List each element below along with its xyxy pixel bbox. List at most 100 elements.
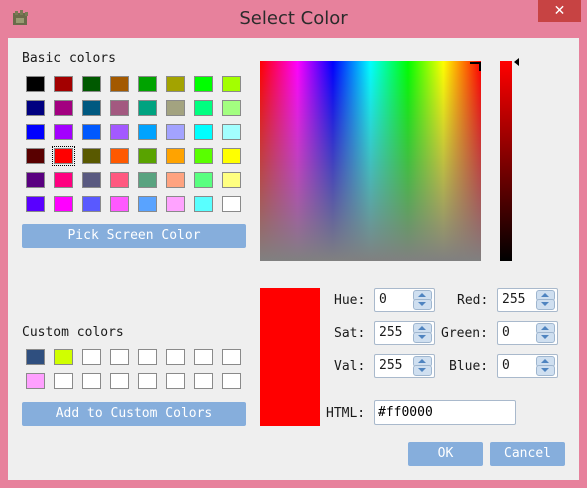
color-swatch[interactable] bbox=[194, 172, 213, 188]
html-field[interactable]: #ff0000 bbox=[374, 400, 516, 425]
color-swatch[interactable] bbox=[194, 349, 213, 365]
add-to-custom-colors-button[interactable]: Add to Custom Colors bbox=[22, 402, 246, 426]
val-down-icon[interactable] bbox=[413, 365, 432, 376]
color-swatch[interactable] bbox=[52, 146, 75, 166]
blue-down-icon[interactable] bbox=[536, 365, 555, 376]
color-swatch[interactable] bbox=[166, 172, 185, 188]
value-slider[interactable] bbox=[500, 61, 512, 261]
color-swatch[interactable] bbox=[166, 100, 185, 116]
color-swatch[interactable] bbox=[110, 172, 129, 188]
color-swatch[interactable] bbox=[138, 148, 157, 164]
color-swatch[interactable] bbox=[138, 100, 157, 116]
hue-label: Hue: bbox=[334, 293, 366, 308]
color-swatch[interactable] bbox=[54, 172, 73, 188]
color-swatch[interactable] bbox=[26, 349, 45, 365]
hue-value: 0 bbox=[379, 292, 387, 307]
val-label: Val: bbox=[334, 359, 366, 374]
color-swatch[interactable] bbox=[110, 373, 129, 389]
color-swatch[interactable] bbox=[194, 100, 213, 116]
cancel-button[interactable]: Cancel bbox=[490, 442, 565, 466]
value-slider-arrow-icon[interactable] bbox=[514, 58, 519, 66]
color-swatch[interactable] bbox=[222, 148, 241, 164]
hue-saturation-picker[interactable] bbox=[260, 61, 481, 261]
basic-colors-label: Basic colors bbox=[22, 51, 116, 66]
color-swatch[interactable] bbox=[54, 349, 73, 365]
color-swatch[interactable] bbox=[82, 100, 101, 116]
blue-value: 0 bbox=[502, 358, 510, 373]
color-swatch[interactable] bbox=[82, 349, 101, 365]
color-swatch[interactable] bbox=[138, 76, 157, 92]
red-spinbox[interactable]: 255 bbox=[497, 288, 558, 312]
green-down-icon[interactable] bbox=[536, 332, 555, 343]
color-swatch[interactable] bbox=[138, 373, 157, 389]
color-swatch[interactable] bbox=[54, 76, 73, 92]
color-swatch[interactable] bbox=[26, 100, 45, 116]
color-swatch[interactable] bbox=[26, 124, 45, 140]
color-swatch[interactable] bbox=[82, 373, 101, 389]
sat-spinbox[interactable]: 255 bbox=[374, 321, 435, 345]
color-swatch[interactable] bbox=[110, 196, 129, 212]
red-down-icon[interactable] bbox=[536, 299, 555, 310]
color-swatch[interactable] bbox=[110, 148, 129, 164]
color-swatch[interactable] bbox=[194, 196, 213, 212]
red-value: 255 bbox=[502, 292, 526, 307]
html-value: #ff0000 bbox=[378, 405, 433, 420]
color-swatch[interactable] bbox=[194, 373, 213, 389]
color-swatch[interactable] bbox=[222, 100, 241, 116]
current-color-preview bbox=[260, 288, 320, 426]
color-dialog: Select Color ✕ Basic colors Pick Screen … bbox=[0, 0, 587, 488]
color-swatch[interactable] bbox=[222, 172, 241, 188]
color-swatch[interactable] bbox=[166, 196, 185, 212]
color-swatch[interactable] bbox=[26, 373, 45, 389]
color-swatch[interactable] bbox=[54, 124, 73, 140]
color-swatch[interactable] bbox=[82, 172, 101, 188]
color-swatch[interactable] bbox=[82, 196, 101, 212]
html-label: HTML: bbox=[326, 406, 366, 421]
color-swatch[interactable] bbox=[110, 349, 129, 365]
color-swatch[interactable] bbox=[166, 349, 185, 365]
color-swatch[interactable] bbox=[138, 196, 157, 212]
color-swatch[interactable] bbox=[26, 76, 45, 92]
color-swatch[interactable] bbox=[110, 124, 129, 140]
val-spinbox[interactable]: 255 bbox=[374, 354, 435, 378]
color-swatch[interactable] bbox=[82, 148, 101, 164]
dialog-body: Basic colors Pick Screen Color Custom co… bbox=[8, 38, 579, 480]
color-swatch[interactable] bbox=[54, 373, 73, 389]
color-swatch[interactable] bbox=[110, 100, 129, 116]
color-swatch[interactable] bbox=[166, 76, 185, 92]
color-swatch[interactable] bbox=[26, 196, 45, 212]
close-button[interactable]: ✕ bbox=[538, 0, 581, 22]
color-swatch[interactable] bbox=[222, 349, 241, 365]
color-swatch[interactable] bbox=[166, 373, 185, 389]
color-swatch[interactable] bbox=[222, 373, 241, 389]
color-swatch[interactable] bbox=[54, 100, 73, 116]
color-swatch[interactable] bbox=[54, 196, 73, 212]
color-swatch[interactable] bbox=[222, 196, 241, 212]
color-swatch[interactable] bbox=[166, 124, 185, 140]
sat-label: Sat: bbox=[334, 326, 366, 341]
color-swatch[interactable] bbox=[82, 124, 101, 140]
color-swatch[interactable] bbox=[110, 76, 129, 92]
picker-crosshair-icon bbox=[470, 62, 481, 71]
sat-down-icon[interactable] bbox=[413, 332, 432, 343]
blue-spinbox[interactable]: 0 bbox=[497, 354, 558, 378]
val-value: 255 bbox=[379, 358, 403, 373]
ok-button[interactable]: OK bbox=[408, 442, 483, 466]
sat-value: 255 bbox=[379, 325, 403, 340]
color-swatch[interactable] bbox=[26, 148, 45, 164]
color-swatch[interactable] bbox=[138, 349, 157, 365]
color-swatch[interactable] bbox=[222, 124, 241, 140]
color-swatch[interactable] bbox=[138, 172, 157, 188]
color-swatch[interactable] bbox=[138, 124, 157, 140]
color-swatch[interactable] bbox=[194, 76, 213, 92]
color-swatch[interactable] bbox=[194, 124, 213, 140]
color-swatch[interactable] bbox=[26, 172, 45, 188]
pick-screen-color-button[interactable]: Pick Screen Color bbox=[22, 224, 246, 248]
color-swatch[interactable] bbox=[222, 76, 241, 92]
green-spinbox[interactable]: 0 bbox=[497, 321, 558, 345]
color-swatch[interactable] bbox=[166, 148, 185, 164]
hue-down-icon[interactable] bbox=[413, 299, 432, 310]
color-swatch[interactable] bbox=[82, 76, 101, 92]
hue-spinbox[interactable]: 0 bbox=[374, 288, 435, 312]
color-swatch[interactable] bbox=[194, 148, 213, 164]
